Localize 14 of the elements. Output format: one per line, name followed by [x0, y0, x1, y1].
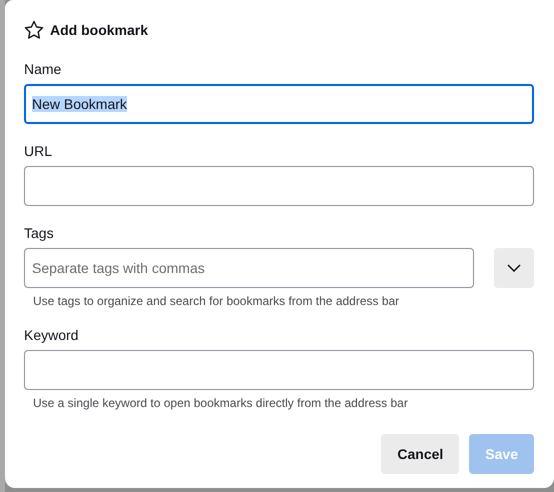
- dialog-title: Add bookmark: [50, 22, 148, 38]
- star-icon: [24, 20, 44, 40]
- field-label: Tags: [24, 225, 54, 241]
- input-field[interactable]: [24, 350, 534, 390]
- field-label: Keyword: [24, 327, 78, 343]
- input-field[interactable]: Separate tags with commas: [24, 248, 474, 288]
- field-label: URL: [24, 143, 52, 159]
- chevron-down-icon: [507, 264, 521, 272]
- field-label: Name: [24, 61, 62, 77]
- hint-text: Use tags to organize and search for bookmarks from the address bar: [33, 294, 400, 308]
- hint-text: Use a single keyword to open bookmarks directly from the address bar: [33, 396, 408, 410]
- input-field[interactable]: [24, 166, 534, 206]
- input-field[interactable]: New Bookmark: [24, 84, 534, 124]
- cancel-button[interactable]: Cancel: [381, 434, 460, 474]
